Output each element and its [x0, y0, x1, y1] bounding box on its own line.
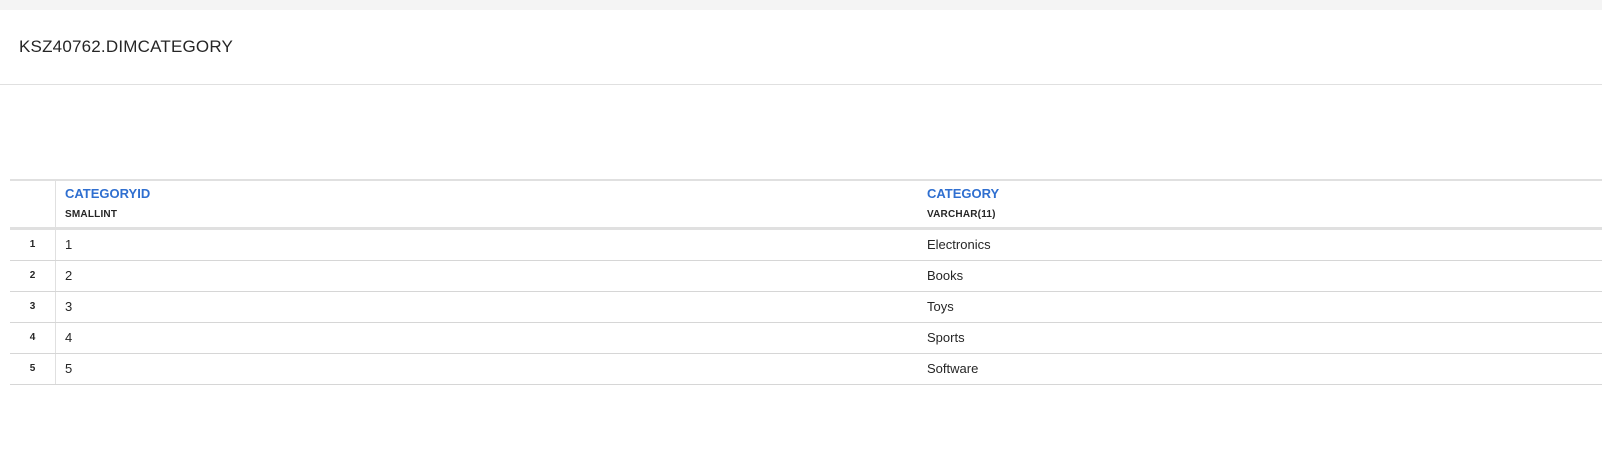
title-bar: KSZ40762.DIMCATEGORY	[0, 10, 1602, 85]
table-row[interactable]: 2 2 Books	[10, 261, 1602, 292]
top-strip	[0, 0, 1602, 10]
table-row[interactable]: 1 1 Electronics	[10, 230, 1602, 261]
page-title: KSZ40762.DIMCATEGORY	[19, 37, 234, 56]
cell-categoryid[interactable]: 2	[65, 261, 72, 291]
cell-category[interactable]: Electronics	[927, 230, 991, 260]
cell-categoryid[interactable]: 1	[65, 230, 72, 260]
data-grid: CATEGORYID SMALLINT CATEGORY VARCHAR(11)…	[10, 179, 1602, 385]
table-row[interactable]: 4 4 Sports	[10, 323, 1602, 354]
row-number: 1	[10, 230, 56, 260]
cell-category[interactable]: Software	[927, 354, 978, 384]
row-number-header	[10, 181, 56, 227]
row-number: 2	[10, 261, 56, 291]
cell-categoryid[interactable]: 4	[65, 323, 72, 353]
column-type: SMALLINT	[65, 209, 118, 220]
row-number: 4	[10, 323, 56, 353]
column-name[interactable]: CATEGORYID	[65, 186, 150, 201]
cell-categoryid[interactable]: 3	[65, 292, 72, 322]
cell-category[interactable]: Toys	[927, 292, 954, 322]
table-row[interactable]: 3 3 Toys	[10, 292, 1602, 323]
grid-header: CATEGORYID SMALLINT CATEGORY VARCHAR(11)	[10, 179, 1602, 230]
cell-category[interactable]: Sports	[927, 323, 965, 353]
column-type: VARCHAR(11)	[927, 209, 996, 220]
cell-category[interactable]: Books	[927, 261, 963, 291]
column-name[interactable]: CATEGORY	[927, 186, 999, 201]
cell-categoryid[interactable]: 5	[65, 354, 72, 384]
table-row[interactable]: 5 5 Software	[10, 354, 1602, 385]
row-number: 3	[10, 292, 56, 322]
row-number: 5	[10, 354, 56, 384]
